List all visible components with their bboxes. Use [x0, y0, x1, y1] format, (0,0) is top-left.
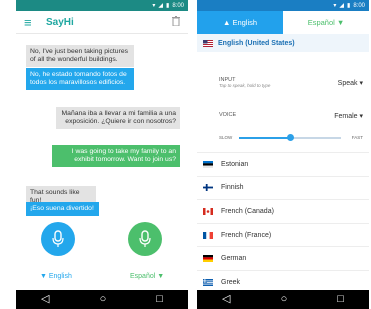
language-tabs: ▲ English Español ▼ [197, 11, 369, 34]
status-time: 8:00 [172, 2, 184, 9]
message-bubble[interactable]: No, he estado tomando fotos de todos los… [26, 68, 134, 90]
us-flag-icon [203, 39, 213, 47]
language-name: Estonian [221, 160, 249, 168]
estonia-flag-icon [203, 160, 213, 168]
trash-icon[interactable] [172, 15, 180, 29]
mic-area [16, 222, 188, 270]
tab-english[interactable]: ▲ English [197, 11, 283, 34]
speed-slider-track[interactable] [239, 134, 341, 141]
selected-language-row[interactable]: English (United States) [197, 34, 369, 52]
selected-language-name: English (United States) [218, 39, 295, 47]
microphone-icon [139, 230, 151, 247]
greece-flag-icon [203, 278, 213, 286]
recents-icon[interactable]: □ [156, 294, 163, 305]
chat-area: No, I've just been taking pictures of al… [16, 35, 188, 216]
message-bubble[interactable]: ¡Eso suena divertido! [26, 202, 99, 216]
app-bar: ≡ SayHi [16, 11, 188, 34]
language-item-estonian[interactable]: Estonian [197, 152, 369, 176]
france-flag-icon [203, 231, 213, 239]
language-item-french-canada[interactable]: French (Canada) [197, 199, 369, 223]
speed-slider-fill [239, 137, 290, 139]
recents-icon[interactable]: □ [337, 294, 344, 305]
language-item-finnish[interactable]: Finnish [197, 175, 369, 200]
back-icon[interactable]: ◁ [222, 294, 230, 305]
back-icon[interactable]: ◁ [41, 294, 49, 305]
slow-label: SLOW [219, 135, 233, 140]
wifi-icon: ▾ [333, 2, 337, 9]
home-icon[interactable]: ○ [100, 294, 107, 305]
nav-bar: ◁ ○ □ [197, 290, 369, 309]
language-item-french-france[interactable]: French (France) [197, 222, 369, 247]
voice-value: Female [334, 113, 358, 120]
message-bubble[interactable]: I was going to take my family to an exhi… [52, 145, 180, 167]
canada-flag-icon [203, 207, 213, 215]
phone-language-screen: ▾ ◢ ▮ 8:00 ▲ English Español ▼ English (… [197, 0, 369, 309]
phone-chat-screen: ▾ ◢ ▮ 8:00 ≡ SayHi No, I've just been ta… [16, 0, 188, 309]
input-setting-row[interactable]: INPUT Tap to speak, hold to type Speak ▾ [197, 77, 369, 99]
finland-flag-icon [203, 184, 213, 192]
status-bar: ▾ ◢ ▮ 8:00 [197, 0, 369, 11]
language-name: French (Canada) [221, 207, 274, 215]
voice-setting-row[interactable]: VOICE Female ▾ [197, 110, 369, 126]
language-name: Greek [221, 278, 241, 286]
language-item-german[interactable]: German [197, 246, 369, 270]
speed-slider-row: SLOW FAST [219, 133, 363, 143]
tab-spanish[interactable]: Español ▼ [283, 11, 369, 34]
fast-label: FAST [351, 135, 363, 140]
voice-dropdown[interactable]: Female ▾ [334, 112, 363, 120]
message-bubble[interactable]: Mañana iba a llevar a mi familia a una e… [56, 107, 180, 129]
signal-icon: ◢ [158, 2, 163, 9]
menu-icon[interactable]: ≡ [24, 15, 42, 30]
signal-icon: ◢ [339, 2, 344, 9]
app-title: SayHi [46, 16, 74, 28]
nav-bar: ◁ ○ □ [16, 290, 188, 309]
battery-icon: ▮ [347, 2, 351, 9]
language-list: Estonian Finnish French (Canada) French … [197, 152, 369, 294]
language-name: German [221, 255, 247, 263]
status-time: 8:00 [353, 2, 365, 9]
message-bubble[interactable]: No, I've just been taking pictures of al… [26, 45, 134, 67]
microphone-icon [52, 230, 64, 247]
input-dropdown[interactable]: Speak ▾ [338, 79, 363, 87]
wifi-icon: ▾ [152, 2, 156, 9]
english-mic-button[interactable] [41, 222, 75, 256]
english-language-selector[interactable]: ▼ English [40, 273, 72, 280]
language-name: Finnish [221, 184, 244, 192]
battery-icon: ▮ [166, 2, 170, 9]
speed-slider-knob[interactable] [286, 134, 294, 141]
germany-flag-icon [203, 255, 213, 263]
spanish-mic-button[interactable] [128, 222, 162, 256]
spanish-language-selector[interactable]: Español ▼ [130, 273, 164, 280]
status-bar: ▾ ◢ ▮ 8:00 [16, 0, 188, 11]
input-value: Speak [337, 80, 358, 87]
language-name: French (France) [221, 231, 272, 239]
home-icon[interactable]: ○ [281, 294, 288, 305]
